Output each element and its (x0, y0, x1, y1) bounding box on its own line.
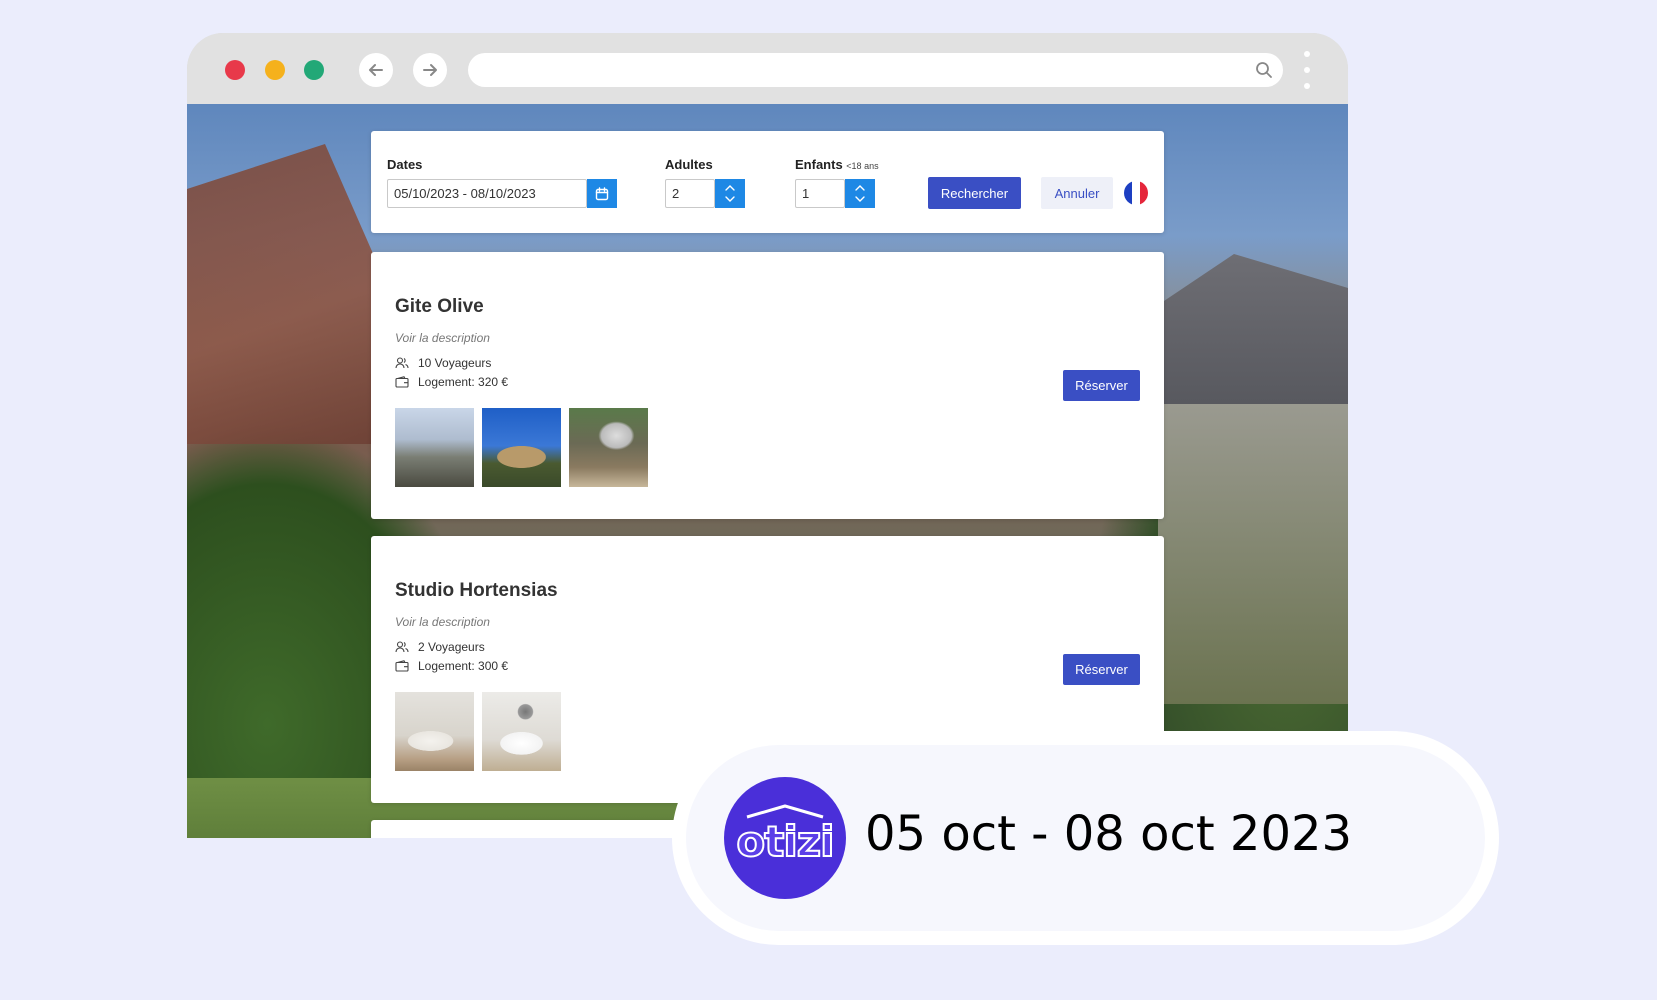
reserve-button[interactable]: Réserver (1063, 370, 1140, 401)
children-stepper[interactable] (845, 179, 875, 208)
wallet-icon (395, 376, 409, 388)
flag-stripe (1124, 181, 1132, 205)
adults-input[interactable] (665, 179, 715, 208)
menu-dot (1304, 67, 1310, 73)
lodging-price: Logement: 320 € (418, 375, 509, 389)
date-badge-inner: otizi 05 oct - 08 oct 2023 (686, 745, 1485, 931)
adults-stepper[interactable] (715, 179, 745, 208)
adults-label: Adultes (665, 157, 713, 172)
children-label-text: Enfants (795, 157, 843, 172)
browser-toolbar (187, 33, 1348, 104)
logo-text: otizi (735, 816, 835, 867)
guests-row: 2 Voyageurs (395, 640, 485, 654)
dates-input[interactable] (387, 179, 587, 208)
language-flag-fr-icon[interactable] (1124, 181, 1148, 205)
listing-photo[interactable] (395, 408, 474, 487)
dates-label: Dates (387, 157, 423, 172)
children-age-note: <18 ans (846, 161, 879, 171)
page-viewport: Dates Adultes Enfants <18 ans Rechercher… (187, 104, 1348, 838)
listing-title: Studio Hortensias (395, 580, 558, 601)
chevron-up-icon[interactable] (725, 184, 735, 191)
arrow-left-icon (369, 64, 383, 76)
background-photo-house (1158, 254, 1348, 424)
description-link[interactable]: Voir la description (395, 615, 490, 629)
listing-card: Gite Olive Voir la description 10 Voyage… (371, 252, 1164, 519)
children-label: Enfants <18 ans (795, 157, 879, 172)
lodging-price: Logement: 300 € (418, 659, 509, 673)
address-bar[interactable] (468, 53, 1283, 87)
back-button[interactable] (359, 53, 393, 87)
photo-gallery (395, 408, 648, 487)
wallet-icon (395, 660, 409, 672)
search-icon[interactable] (1255, 61, 1273, 79)
photo-gallery (395, 692, 561, 771)
browser-menu-button[interactable] (1301, 51, 1313, 89)
search-panel: Dates Adultes Enfants <18 ans Rechercher… (371, 131, 1164, 233)
users-icon (395, 641, 409, 653)
close-window-button[interactable] (225, 60, 245, 80)
calendar-icon (595, 186, 609, 200)
chevron-up-icon[interactable] (855, 184, 865, 191)
users-icon (395, 357, 409, 369)
description-link[interactable]: Voir la description (395, 331, 490, 345)
listing-photo[interactable] (482, 408, 561, 487)
search-button[interactable]: Rechercher (928, 177, 1021, 209)
menu-dot (1304, 83, 1310, 89)
chevron-down-icon[interactable] (855, 196, 865, 203)
listing-title: Gite Olive (395, 296, 484, 317)
forward-button[interactable] (413, 53, 447, 87)
minimize-window-button[interactable] (265, 60, 285, 80)
date-badge: otizi 05 oct - 08 oct 2023 (672, 731, 1499, 945)
guests-row: 10 Voyageurs (395, 356, 491, 370)
background-photo-wall (1158, 404, 1348, 704)
children-input[interactable] (795, 179, 845, 208)
guests-count: 10 Voyageurs (418, 356, 492, 370)
listing-photo[interactable] (569, 408, 648, 487)
url-input[interactable] (484, 53, 1234, 87)
guests-count: 2 Voyageurs (418, 640, 485, 654)
chevron-down-icon[interactable] (725, 196, 735, 203)
maximize-window-button[interactable] (304, 60, 324, 80)
price-row: Logement: 300 € (395, 659, 508, 673)
reserve-button[interactable]: Réserver (1063, 654, 1140, 685)
browser-window: Dates Adultes Enfants <18 ans Rechercher… (187, 33, 1348, 838)
flag-stripe (1140, 181, 1148, 205)
menu-dot (1304, 51, 1310, 57)
cancel-button[interactable]: Annuler (1041, 177, 1113, 209)
price-row: Logement: 320 € (395, 375, 508, 389)
date-range: 05 oct - 08 oct 2023 (865, 806, 1353, 862)
listing-photo[interactable] (395, 692, 474, 771)
arrow-right-icon (423, 64, 437, 76)
flag-stripe (1132, 181, 1140, 205)
listing-photo[interactable] (482, 692, 561, 771)
calendar-button[interactable] (587, 179, 617, 208)
otizi-logo: otizi (724, 777, 846, 899)
